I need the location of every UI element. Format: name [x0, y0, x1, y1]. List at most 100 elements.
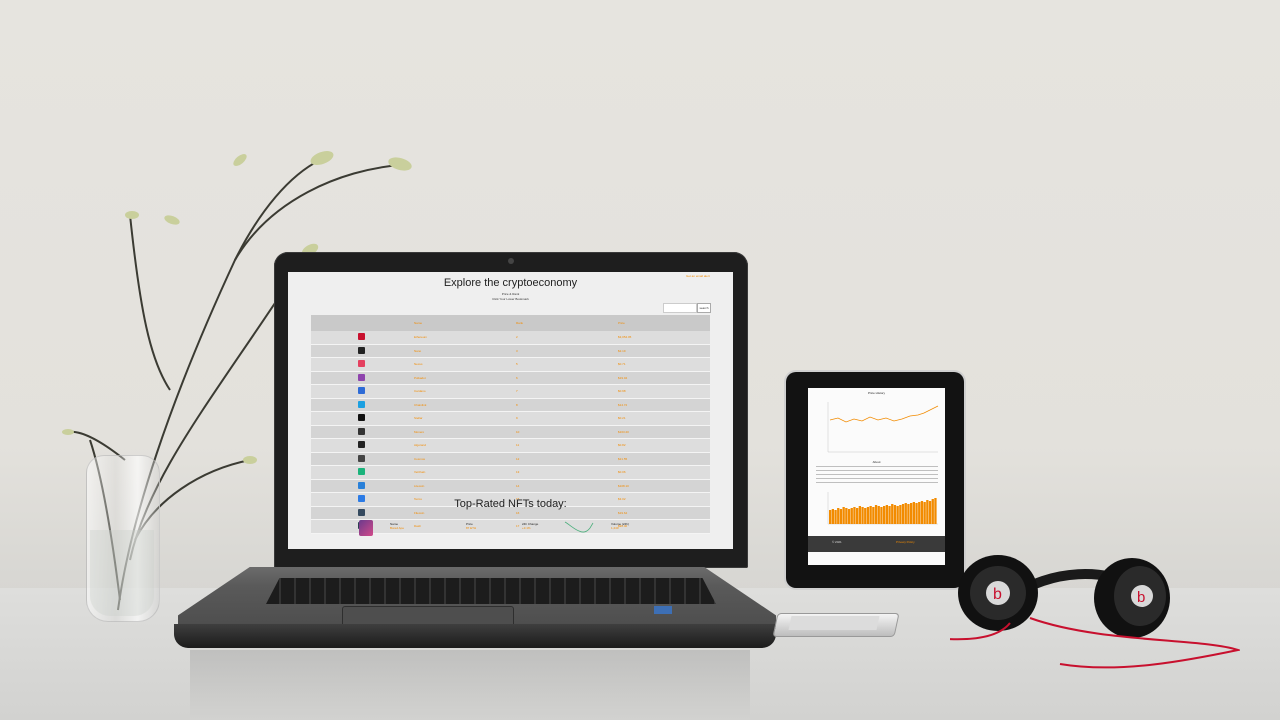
table-row[interactable]: Nano 3 $2.19 [311, 344, 710, 358]
coin-name-link[interactable]: Ethereum [413, 331, 515, 345]
coin-price: $21.55 [617, 452, 710, 466]
bar-mark [893, 505, 897, 524]
coin-name-link[interactable]: Nano [413, 344, 515, 358]
coin-logo-icon [358, 333, 365, 341]
bar-mark [934, 498, 937, 524]
coin-rank: 2 [515, 331, 617, 345]
coin-name-link[interactable]: Chainlink [413, 398, 515, 412]
coin-logo-cell [311, 384, 413, 399]
coin-name-link[interactable]: Polkadot [413, 371, 515, 385]
coin-rank: 7 [515, 384, 617, 399]
table-row[interactable]: Chainlink 8 $14.72 [311, 398, 710, 412]
table-row[interactable]: Litecoin 14 $108.10 [311, 479, 710, 493]
table-row[interactable]: Ethereum 2 $3,054.05 [311, 331, 710, 345]
phone-screen [788, 616, 880, 630]
col-header-rank[interactable]: Rank [515, 315, 617, 331]
coin-name-link[interactable]: Monero [413, 425, 515, 439]
coin-name-link[interactable]: Litecoin [413, 479, 515, 493]
coin-name-link[interactable]: Cosmos [413, 452, 515, 466]
search-button[interactable]: search [697, 303, 711, 313]
coin-name-link[interactable]: Stellar [413, 411, 515, 426]
tablet-line-chart [827, 402, 939, 453]
nft-name-link[interactable]: Bored Ape [390, 526, 404, 530]
bar-mark [885, 505, 888, 524]
coin-price: $3,054.05 [617, 331, 710, 345]
coin-price: $163.20 [617, 425, 710, 439]
table-row[interactable]: Monero 10 $163.20 [311, 425, 710, 439]
coin-logo-icon [358, 454, 365, 462]
table-row[interactable]: VeChain 13 $0.06 [311, 465, 710, 480]
bar-mark [891, 504, 894, 524]
coin-logo-icon [358, 400, 365, 408]
col-header-price[interactable]: Price [617, 315, 710, 331]
bar-mark [850, 508, 853, 524]
coin-rank: 12 [515, 452, 617, 466]
nft-volume-block: Volume (24h) 1,240 [611, 522, 629, 530]
bar-mark [904, 503, 907, 524]
coin-name-link[interactable]: Nexus [413, 357, 515, 372]
col-header-name[interactable]: Name [413, 315, 515, 331]
coin-name-link[interactable]: Cardano [413, 384, 515, 399]
bar-mark [829, 510, 832, 524]
bar-mark [834, 510, 837, 524]
vase-water [90, 530, 154, 616]
page-title: Explore the cryptoeconomy [443, 277, 578, 289]
table-row[interactable]: Algorand 11 $0.82 [311, 438, 710, 453]
coin-price: $0.06 [617, 465, 710, 480]
coin-rank: 11 [515, 438, 617, 453]
laptop-screen: Get an email alert Explore the cryptoeco… [288, 272, 733, 549]
nft-thumbnail[interactable] [359, 520, 373, 536]
table-header-row: Name Rank Price [311, 315, 710, 331]
coin-price: $0.21 [617, 411, 710, 426]
tablet-paragraph [816, 466, 938, 486]
tablet-section-subtitle: About [872, 460, 881, 464]
coin-logo-cell [311, 425, 413, 439]
bar-mark [888, 506, 891, 524]
coin-logo-cell [311, 331, 413, 345]
bar-mark [847, 509, 851, 524]
laptop-sticker [654, 606, 672, 614]
bar-mark [869, 506, 872, 524]
coin-logo-cell [311, 344, 413, 358]
bar-mark [931, 499, 934, 524]
coin-price: $2.19 [617, 344, 710, 358]
table-row[interactable]: Cosmos 12 $21.55 [311, 452, 710, 466]
coin-logo-cell [311, 371, 413, 385]
coin-name-link[interactable]: Algorand [413, 438, 515, 453]
table-row[interactable]: Polkadot 6 $19.04 [311, 371, 710, 385]
coin-logo-cell [311, 438, 413, 453]
tablet-footer-link[interactable]: Privacy Policy [896, 540, 915, 544]
search-input[interactable] [663, 303, 697, 313]
page-subtitle-2: Click Your Lower Bookmark [492, 297, 529, 301]
coin-rank: 13 [515, 465, 617, 480]
coin-logo-icon [358, 441, 365, 449]
bar-mark [845, 508, 848, 524]
tablet-footer-copyright: © 2021 [832, 540, 842, 544]
bar-mark [866, 507, 870, 524]
coin-logo-icon [358, 373, 365, 381]
coin-price: $108.10 [617, 479, 710, 493]
table-row[interactable]: Cardano 7 $0.98 [311, 384, 710, 399]
nft-name-block: Name Bored Ape [390, 522, 404, 530]
laptop-keyboard [266, 578, 716, 604]
nft-volume-value: 1,240 [611, 526, 619, 530]
coin-logo-cell [311, 398, 413, 412]
coin-rank: 3 [515, 344, 617, 358]
svg-text:b: b [993, 586, 1002, 603]
bar-mark [901, 504, 905, 524]
nft-section-title: Top-Rated NFTs today: [454, 498, 567, 510]
table-row[interactable]: Nexus 5 $0.71 [311, 357, 710, 372]
coin-rank: 6 [515, 371, 617, 385]
bar-mark [910, 503, 913, 524]
coin-logo-cell [311, 465, 413, 480]
coin-name-link[interactable]: VeChain [413, 465, 515, 480]
coin-name-link[interactable]: Dash [413, 519, 515, 534]
tablet-bar-chart [827, 492, 938, 525]
bar-mark [853, 507, 856, 524]
tablet-screen: Price History About © 2021 Privacy Polic… [808, 388, 945, 565]
webcam-icon [508, 258, 514, 264]
coin-rank: 14 [515, 479, 617, 493]
table-row[interactable]: Stellar 9 $0.21 [311, 411, 710, 426]
bar-mark [861, 507, 864, 524]
bar-mark [928, 501, 932, 524]
